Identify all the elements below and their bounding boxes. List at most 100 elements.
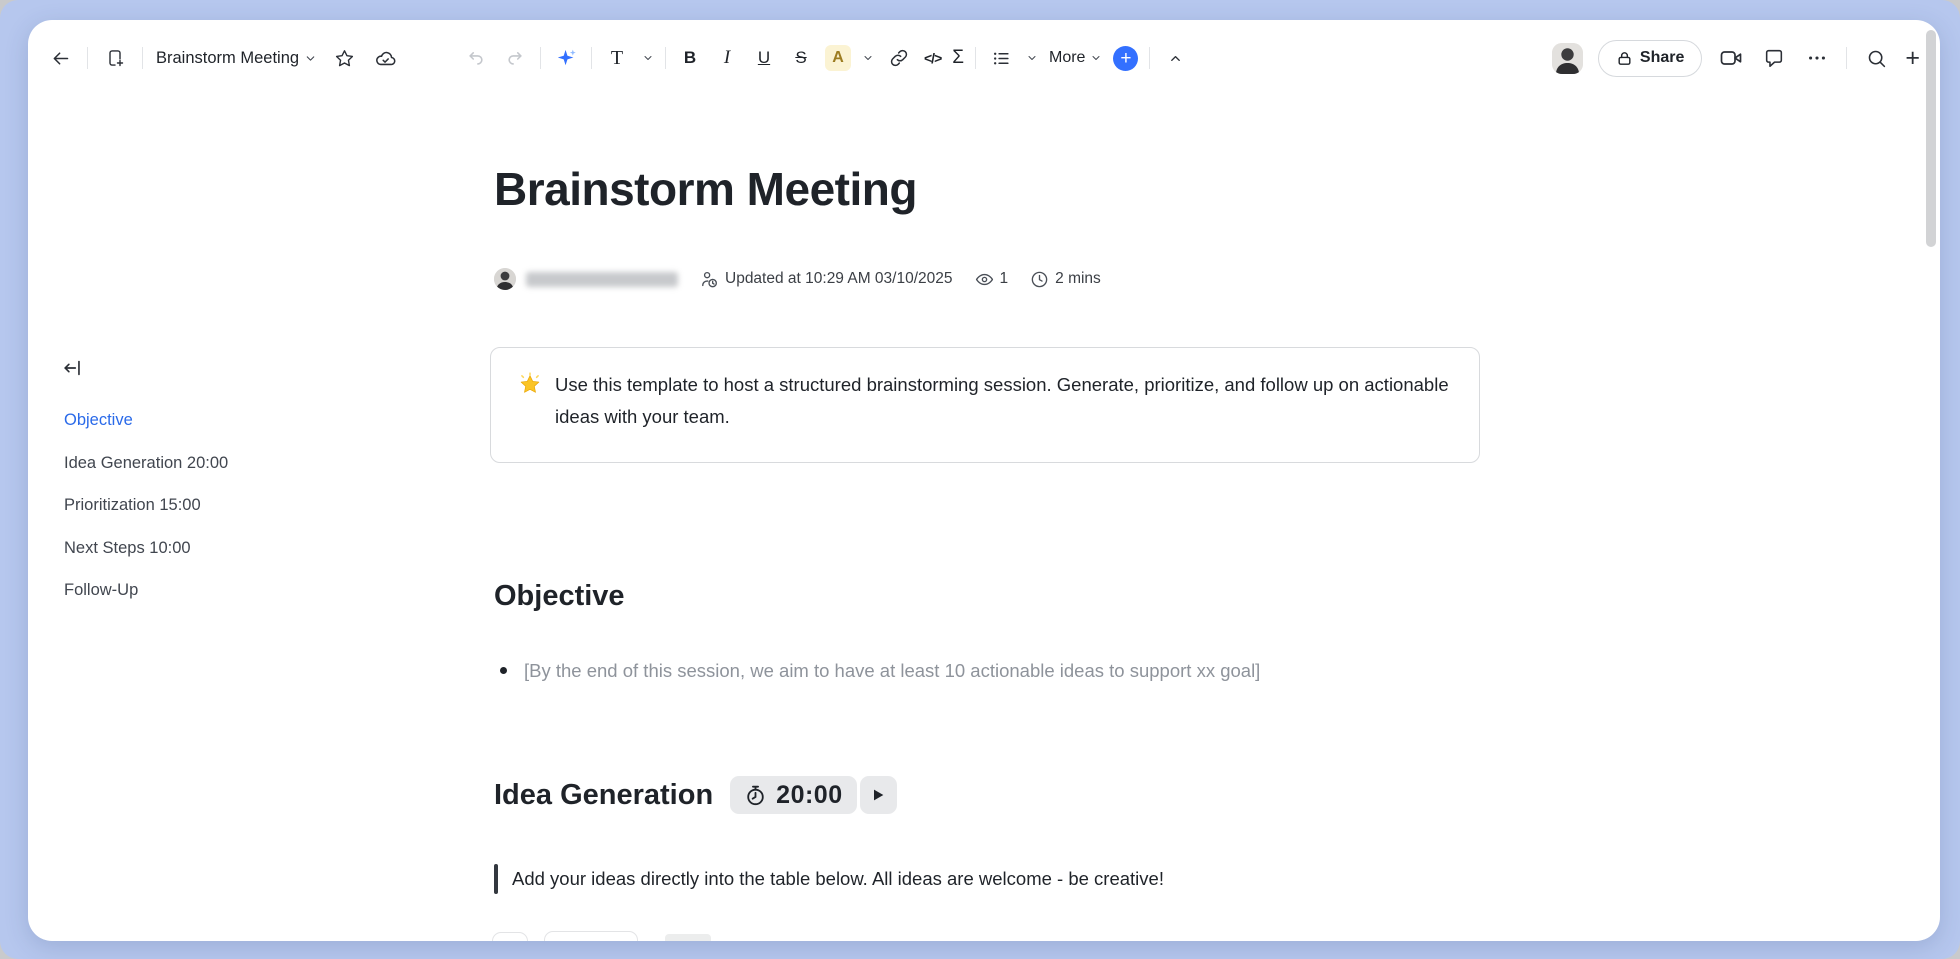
star-icon bbox=[334, 48, 355, 69]
clipped-table-control bbox=[492, 932, 528, 941]
ai-assistant-button[interactable] bbox=[552, 44, 580, 72]
search-icon bbox=[1866, 48, 1887, 69]
heading-objective[interactable]: Objective bbox=[494, 580, 625, 613]
clipped-table-control bbox=[544, 931, 638, 941]
author-photo bbox=[494, 268, 516, 290]
arrow-left-icon bbox=[50, 48, 71, 69]
insert-block-button[interactable]: + bbox=[1113, 46, 1138, 71]
favorite-star-button[interactable] bbox=[330, 44, 358, 72]
text-style-button[interactable]: T bbox=[603, 44, 631, 72]
chevron-up-icon bbox=[1168, 51, 1183, 66]
glowing-star-emoji bbox=[517, 372, 543, 398]
callout-text[interactable]: Use this template to host a structured b… bbox=[555, 369, 1453, 462]
chevron-down-icon bbox=[304, 52, 317, 65]
more-label: More bbox=[1049, 49, 1085, 67]
insert-link-button[interactable] bbox=[885, 44, 913, 72]
document-outline: Objective Idea Generation 20:00 Prioriti… bbox=[64, 357, 314, 612]
outline-item-follow-up[interactable]: Follow-Up bbox=[64, 569, 314, 612]
chevron-down-icon[interactable] bbox=[1026, 52, 1038, 64]
link-icon bbox=[889, 48, 909, 68]
view-count-value: 1 bbox=[1000, 270, 1009, 288]
more-options-button[interactable] bbox=[1803, 44, 1831, 72]
collapse-toolbar-button[interactable] bbox=[1161, 44, 1189, 72]
eye-icon bbox=[975, 270, 994, 289]
countdown-timer[interactable]: 20:00 bbox=[730, 776, 896, 814]
outline-item-next-steps[interactable]: Next Steps 10:00 bbox=[64, 527, 314, 570]
objective-placeholder-text[interactable]: [By the end of this session, we aim to h… bbox=[524, 657, 1260, 685]
user-avatar[interactable] bbox=[1552, 43, 1583, 74]
clock-icon bbox=[1030, 270, 1049, 289]
video-meeting-button[interactable] bbox=[1717, 44, 1745, 72]
read-time-value: 2 mins bbox=[1055, 270, 1101, 288]
idea-generation-quote[interactable]: Add your ideas directly into the table b… bbox=[494, 864, 1164, 894]
updated-label: Updated at 10:29 AM 03/10/2025 bbox=[725, 270, 953, 288]
outline-item-idea-generation[interactable]: Idea Generation 20:00 bbox=[64, 442, 314, 485]
screen: Brainstorm Meeting bbox=[0, 0, 1960, 959]
comments-button[interactable] bbox=[1760, 44, 1788, 72]
collapse-outline-button[interactable] bbox=[62, 357, 84, 379]
timer-display[interactable]: 20:00 bbox=[730, 776, 856, 814]
share-label: Share bbox=[1640, 49, 1684, 67]
collapse-panel-icon bbox=[62, 357, 84, 379]
update-history-icon bbox=[700, 270, 719, 289]
play-icon bbox=[870, 787, 886, 803]
back-button[interactable] bbox=[46, 44, 74, 72]
bold-button[interactable]: B bbox=[677, 48, 703, 68]
redo-button[interactable] bbox=[501, 44, 529, 72]
objective-bullet-item[interactable]: [By the end of this session, we aim to h… bbox=[500, 657, 1260, 685]
clipped-table-control bbox=[665, 934, 711, 941]
avatar-photo bbox=[1552, 43, 1583, 74]
document-window: Brainstorm Meeting bbox=[28, 20, 1940, 941]
undo-button[interactable] bbox=[462, 44, 490, 72]
timer-play-button[interactable] bbox=[860, 776, 897, 814]
new-tab-button[interactable]: + bbox=[1905, 44, 1920, 73]
updated-info[interactable]: Updated at 10:29 AM 03/10/2025 bbox=[700, 270, 953, 289]
read-time: 2 mins bbox=[1030, 270, 1101, 289]
quote-text[interactable]: Add your ideas directly into the table b… bbox=[512, 868, 1164, 890]
stopwatch-icon bbox=[744, 784, 767, 807]
chevron-down-icon[interactable] bbox=[642, 52, 654, 64]
author-avatar[interactable] bbox=[494, 268, 516, 290]
ellipsis-icon bbox=[1806, 47, 1828, 69]
page-title[interactable]: Brainstorm Meeting bbox=[494, 162, 917, 216]
divider bbox=[1149, 47, 1150, 69]
toolbar: Brainstorm Meeting bbox=[28, 20, 1940, 96]
divider bbox=[540, 47, 541, 69]
search-button[interactable] bbox=[1862, 44, 1890, 72]
idea-generation-heading-row: Idea Generation 20:00 bbox=[494, 776, 897, 814]
chevron-down-icon bbox=[1090, 52, 1102, 64]
view-count[interactable]: 1 bbox=[975, 270, 1009, 289]
heading-idea-generation[interactable]: Idea Generation bbox=[494, 779, 713, 812]
cloud-saved-icon bbox=[374, 47, 397, 70]
bullet-list-icon bbox=[992, 49, 1011, 68]
strikethrough-button[interactable]: S bbox=[788, 48, 814, 68]
lock-icon bbox=[1616, 50, 1633, 67]
timer-value: 20:00 bbox=[776, 781, 842, 810]
new-document-button[interactable] bbox=[101, 44, 129, 72]
cloud-sync-button[interactable] bbox=[371, 44, 399, 72]
video-camera-icon bbox=[1719, 46, 1743, 70]
chevron-down-icon[interactable] bbox=[862, 52, 874, 64]
bullet-list-button[interactable] bbox=[987, 44, 1015, 72]
share-button[interactable]: Share bbox=[1598, 40, 1702, 77]
more-formatting-button[interactable]: More bbox=[1049, 49, 1102, 67]
outline-item-objective[interactable]: Objective bbox=[64, 399, 314, 442]
outline-item-prioritization[interactable]: Prioritization 15:00 bbox=[64, 484, 314, 527]
doc-title-label: Brainstorm Meeting bbox=[156, 49, 299, 68]
template-callout[interactable]: Use this template to host a structured b… bbox=[490, 347, 1480, 463]
doc-title-dropdown[interactable]: Brainstorm Meeting bbox=[156, 49, 317, 68]
redo-icon bbox=[505, 48, 525, 68]
divider bbox=[665, 47, 666, 69]
divider bbox=[975, 47, 976, 69]
formula-button[interactable]: Σ bbox=[952, 47, 964, 69]
toolbar-right-cluster: Share + bbox=[1552, 20, 1920, 96]
ai-sparkle-icon bbox=[555, 47, 578, 70]
underline-button[interactable]: U bbox=[751, 48, 777, 68]
toolbar-left-cluster: Brainstorm Meeting bbox=[46, 20, 399, 96]
code-block-button[interactable]: </> bbox=[924, 50, 941, 66]
highlight-color-button[interactable]: A bbox=[825, 45, 851, 71]
vertical-scrollbar[interactable] bbox=[1926, 30, 1936, 247]
italic-button[interactable]: I bbox=[714, 47, 740, 69]
new-doc-icon bbox=[105, 48, 125, 68]
divider bbox=[591, 47, 592, 69]
